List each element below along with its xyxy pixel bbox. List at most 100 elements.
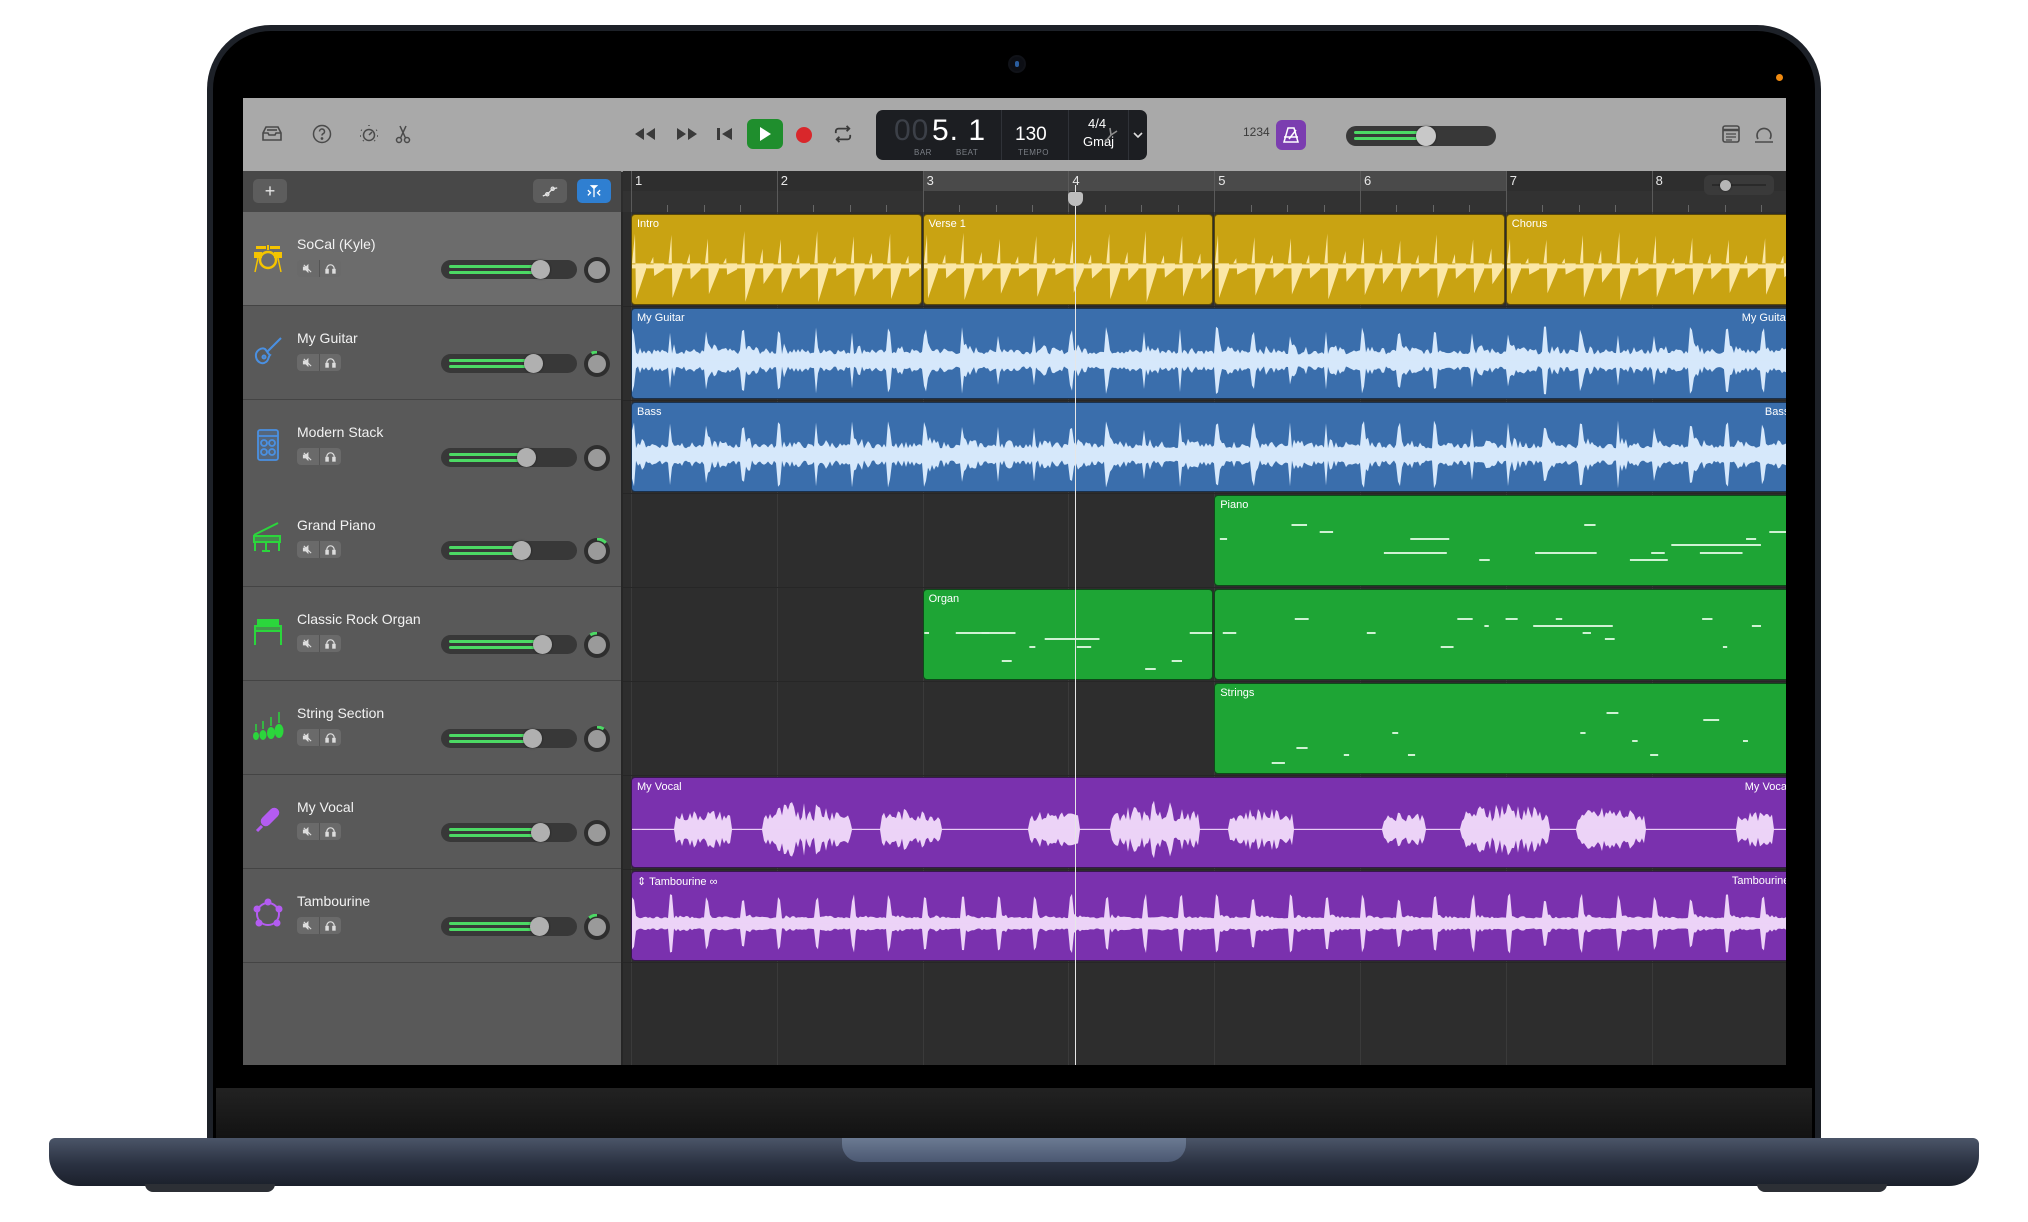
track-header[interactable]: String Section xyxy=(243,681,621,775)
ruler-bar-line xyxy=(1360,171,1361,212)
track-header[interactable]: My Vocal xyxy=(243,774,621,869)
track-header[interactable]: SoCal (Kyle) xyxy=(243,212,621,306)
cycle-button[interactable] xyxy=(831,120,855,148)
master-volume-knob[interactable] xyxy=(1416,126,1436,146)
mute-button[interactable] xyxy=(297,260,320,277)
region[interactable]: ⇕ Tambourine ∞ Tambourine xyxy=(631,870,1786,962)
track-header[interactable]: Classic Rock Organ xyxy=(243,587,621,682)
timeline-zoom-slider[interactable] xyxy=(1704,175,1774,195)
position-display[interactable]: 00 5. 1 BAR BEAT xyxy=(876,110,1002,160)
region[interactable]: Organ xyxy=(922,589,1214,680)
solo-button[interactable] xyxy=(320,729,342,746)
lcd-mode-chevron-icon[interactable] xyxy=(1132,128,1144,140)
region[interactable]: My Guitar My Guitar xyxy=(631,307,1786,399)
playhead-line[interactable] xyxy=(1075,185,1076,1065)
region[interactable]: Piano xyxy=(1214,495,1786,587)
waveform-center xyxy=(923,264,1213,269)
notepad-icon[interactable] xyxy=(1719,122,1743,146)
region[interactable]: Verse 1 xyxy=(922,214,1214,305)
mute-button[interactable] xyxy=(297,353,320,371)
region[interactable] xyxy=(1214,214,1505,305)
region-label: My Guitar xyxy=(637,311,685,324)
track-volume-slider[interactable] xyxy=(441,635,577,655)
metronome-button[interactable] xyxy=(1276,120,1306,150)
track-volume-slider[interactable] xyxy=(441,822,577,842)
smart-controls-icon[interactable] xyxy=(357,122,381,146)
volume-knob[interactable] xyxy=(530,916,550,936)
pan-knob[interactable] xyxy=(584,726,610,752)
volume-knob[interactable] xyxy=(517,447,536,467)
pan-knob[interactable] xyxy=(584,913,610,940)
loop-browser-icon[interactable] xyxy=(1752,122,1776,146)
pan-knob[interactable] xyxy=(584,819,610,846)
volume-knob[interactable] xyxy=(531,822,551,842)
headphones-icon xyxy=(325,920,336,931)
laptop-foot xyxy=(1757,1184,1887,1192)
solo-button[interactable] xyxy=(320,354,342,371)
waveform-display xyxy=(632,230,921,302)
region[interactable]: Bass Bass xyxy=(631,401,1786,493)
pan-knob[interactable] xyxy=(584,444,610,471)
add-track-button[interactable]: + xyxy=(253,179,287,203)
timeline-ruler[interactable]: 1 2 3 4 5 6 7 8 xyxy=(623,171,1786,213)
volume-knob[interactable] xyxy=(523,729,542,748)
volume-knob[interactable] xyxy=(532,635,552,655)
region[interactable]: My Vocal My Vocal xyxy=(631,776,1786,868)
track-volume-slider[interactable] xyxy=(441,447,577,467)
rewind-button[interactable] xyxy=(632,120,658,148)
catch-playhead-button[interactable] xyxy=(577,179,611,203)
track-volume-slider[interactable] xyxy=(441,916,577,936)
track-volume-slider[interactable] xyxy=(441,541,577,561)
record-button[interactable] xyxy=(796,127,812,143)
midi-note xyxy=(1144,668,1156,671)
pan-knob[interactable] xyxy=(584,257,610,283)
midi-note xyxy=(1555,618,1563,621)
volume-knob[interactable] xyxy=(512,541,532,561)
mute-button[interactable] xyxy=(297,541,320,559)
automation-button[interactable] xyxy=(533,179,567,203)
scissors-icon[interactable] xyxy=(391,122,415,146)
track-volume-slider[interactable] xyxy=(441,729,577,748)
track-volume-slider[interactable] xyxy=(441,353,577,373)
track-volume-slider[interactable] xyxy=(441,260,577,279)
master-volume-slider[interactable] xyxy=(1346,126,1496,146)
pan-knob[interactable] xyxy=(584,538,610,565)
tempo-display[interactable]: 130 TEMPO xyxy=(1001,110,1069,160)
solo-button[interactable] xyxy=(320,823,342,840)
track-header[interactable]: Tambourine xyxy=(243,868,621,963)
track-header[interactable]: My Guitar xyxy=(243,305,621,400)
solo-button[interactable] xyxy=(320,448,342,465)
mute-button[interactable] xyxy=(297,447,320,465)
region[interactable]: Strings xyxy=(1214,683,1786,774)
help-icon[interactable] xyxy=(310,122,334,146)
count-in-button[interactable]: 1234 xyxy=(1243,125,1270,139)
playhead-handle[interactable] xyxy=(1068,192,1083,206)
pan-knob[interactable] xyxy=(584,350,610,377)
go-to-beginning-button[interactable] xyxy=(715,120,735,148)
region[interactable] xyxy=(1214,589,1786,680)
track-header[interactable]: Modern Stack xyxy=(243,399,621,494)
ruler-beat-tick xyxy=(1615,205,1617,212)
level-meter-left xyxy=(449,640,545,644)
library-icon[interactable] xyxy=(260,122,284,146)
volume-knob[interactable] xyxy=(524,353,544,373)
mute-button[interactable] xyxy=(297,916,320,934)
solo-button[interactable] xyxy=(320,260,342,277)
mute-button[interactable] xyxy=(297,822,320,840)
play-button[interactable] xyxy=(747,119,783,149)
solo-button[interactable] xyxy=(320,635,342,652)
region[interactable]: Chorus xyxy=(1505,214,1786,305)
solo-button[interactable] xyxy=(320,541,342,558)
mute-button[interactable] xyxy=(297,635,320,653)
waveform-center xyxy=(632,453,1786,455)
track-header[interactable]: Grand Piano xyxy=(243,493,621,588)
region[interactable]: Intro xyxy=(631,214,922,305)
tuner-icon[interactable] xyxy=(1099,122,1123,146)
pan-knob[interactable] xyxy=(584,632,610,659)
fast-forward-button[interactable] xyxy=(674,120,700,148)
zoom-knob[interactable] xyxy=(1720,180,1731,191)
mute-button[interactable] xyxy=(297,729,320,746)
tracks-area[interactable]: Intro Verse 1 Chorus My Guitar My Guitar Bass… xyxy=(623,212,1786,1065)
solo-button[interactable] xyxy=(320,917,342,934)
volume-knob[interactable] xyxy=(531,260,551,279)
